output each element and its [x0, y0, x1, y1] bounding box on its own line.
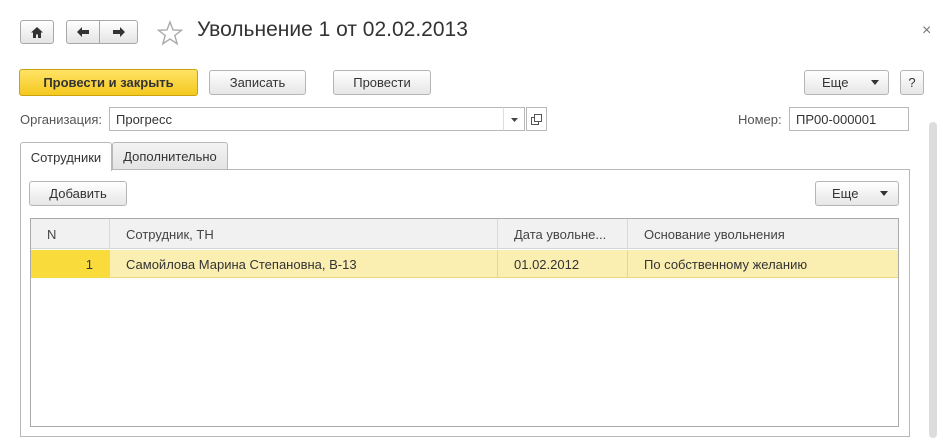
forward-arrow-icon: [112, 27, 125, 37]
organization-label: Организация:: [20, 112, 103, 127]
dropdown-arrow-icon: [871, 80, 879, 85]
cell-reason[interactable]: По собственному желанию: [628, 250, 898, 278]
organization-open-button[interactable]: [526, 107, 547, 131]
open-icon: [531, 114, 542, 125]
number-input[interactable]: ПР00-000001: [789, 107, 909, 131]
add-button[interactable]: Добавить: [29, 181, 127, 206]
cell-n[interactable]: 1: [31, 250, 110, 278]
tab-employees[interactable]: Сотрудники: [20, 142, 112, 171]
favorite-button[interactable]: [156, 20, 184, 46]
more-button[interactable]: Еще: [804, 70, 889, 95]
home-button[interactable]: [20, 20, 54, 44]
organization-dropdown-button[interactable]: [503, 107, 525, 131]
column-header-n[interactable]: N: [31, 219, 110, 249]
dropdown-arrow-icon: [880, 191, 888, 196]
star-icon: [156, 20, 184, 46]
table-more-button[interactable]: Еще: [815, 181, 899, 206]
organization-input[interactable]: Прогресс: [109, 107, 504, 131]
cell-date[interactable]: 01.02.2012: [498, 250, 628, 278]
back-button[interactable]: [66, 20, 100, 44]
save-button[interactable]: Записать: [209, 70, 306, 95]
close-icon[interactable]: ×: [922, 22, 931, 40]
post-and-close-button[interactable]: Провести и закрыть: [19, 69, 198, 96]
home-icon: [31, 26, 43, 38]
table-more-label: Еще: [832, 186, 859, 201]
column-header-date[interactable]: Дата увольне...: [498, 219, 628, 249]
cell-employee[interactable]: Самойлова Марина Степановна, В-13: [110, 250, 498, 278]
page-title: Увольнение 1 от 02.02.2013: [197, 18, 468, 41]
help-button[interactable]: ?: [900, 70, 924, 95]
window-scrollbar[interactable]: [929, 122, 937, 438]
forward-button[interactable]: [99, 20, 138, 44]
column-header-employee[interactable]: Сотрудник, ТН: [110, 219, 498, 249]
more-button-label: Еще: [822, 75, 849, 90]
post-button[interactable]: Провести: [333, 70, 431, 95]
number-label: Номер:: [738, 112, 782, 127]
dropdown-arrow-icon: [511, 118, 518, 122]
tab-additional[interactable]: Дополнительно: [112, 142, 228, 170]
column-header-reason[interactable]: Основание увольнения: [628, 219, 898, 249]
back-arrow-icon: [77, 27, 89, 37]
